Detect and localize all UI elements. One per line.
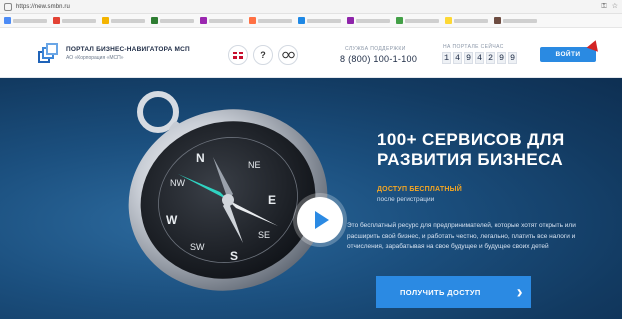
bookmark-label	[209, 18, 243, 23]
hero-title-line: 100+ СЕРВИСОВ ДЛЯ	[377, 130, 565, 149]
bookmark-label	[454, 18, 488, 23]
hero-title: 100+ СЕРВИСОВ ДЛЯ РАЗВИТИЯ БИЗНЕСА	[377, 130, 607, 170]
bookmark-item[interactable]	[200, 17, 243, 24]
bookmark-label	[503, 18, 537, 23]
browser-address-bar[interactable]: https://new.smbn.ru ⚿ ☆	[0, 0, 622, 14]
bookmark-label	[13, 18, 47, 23]
bookmark-label	[258, 18, 292, 23]
chevron-right-icon: ›	[516, 282, 523, 302]
counter-digit: 2	[486, 52, 495, 64]
key-icon[interactable]: ⚿	[601, 3, 606, 10]
accessibility-button[interactable]	[278, 45, 298, 65]
bookmarks-bar	[0, 14, 622, 28]
compass-label: SE	[258, 230, 270, 240]
lock-icon	[4, 2, 12, 11]
bookmark-label	[160, 18, 194, 23]
site-header	[0, 28, 622, 78]
url-text[interactable]: https://new.smbn.ru	[16, 4, 70, 10]
counter-digit: 4	[475, 52, 484, 64]
support-label: СЛУЖБА ПОДДЕРЖКИ	[345, 46, 406, 52]
portal-title[interactable]: ПОРТАЛ БИЗНЕС-НАВИГАТОРА МСП	[66, 46, 190, 53]
bookmark-item[interactable]	[347, 17, 390, 24]
bookmark-icon	[151, 17, 158, 24]
play-video-button[interactable]	[297, 197, 343, 243]
bookmark-icon	[347, 17, 354, 24]
portal-subtitle: АО «Корпорация «МСП»	[66, 55, 124, 61]
bookmark-item[interactable]	[4, 17, 47, 24]
bookmark-icon	[445, 17, 452, 24]
bookmark-label	[356, 18, 390, 23]
bookmark-item[interactable]	[102, 17, 145, 24]
bookmark-icon	[494, 17, 501, 24]
bookmark-item[interactable]	[53, 17, 96, 24]
question-icon: ?	[260, 50, 266, 60]
language-button[interactable]	[228, 45, 248, 65]
online-counter-label: НА ПОРТАЛЕ СЕЙЧАС	[443, 44, 504, 50]
bookmark-label	[307, 18, 341, 23]
portal-logo[interactable]	[38, 43, 58, 64]
counter-digit: 9	[508, 52, 517, 64]
compass-label: S	[230, 249, 238, 263]
compass-label: NE	[248, 160, 261, 170]
compass-label: N	[196, 151, 205, 165]
bookmark-icon	[298, 17, 305, 24]
compass-label: W	[166, 213, 178, 227]
counter-digit: 1	[442, 52, 451, 64]
bookmark-icon	[396, 17, 403, 24]
counter-digit: 9	[497, 52, 506, 64]
bookmark-item[interactable]	[298, 17, 341, 24]
help-button[interactable]: ?	[253, 45, 273, 65]
free-access-label: ДОСТУП БЕСПЛАТНЫЙ	[377, 186, 462, 193]
counter-digit: 4	[453, 52, 462, 64]
bookmark-item[interactable]	[151, 17, 194, 24]
bookmark-icon	[102, 17, 109, 24]
play-icon	[315, 211, 329, 229]
login-button[interactable]: ВОЙТИ	[540, 47, 596, 62]
compass-label: SW	[190, 242, 205, 252]
uk-flag-icon	[233, 51, 243, 59]
support-phone[interactable]: 8 (800) 100-1-100	[340, 54, 417, 64]
compass-label: E	[268, 193, 276, 207]
browser-actions: ⚿ ☆	[601, 3, 618, 10]
get-access-button[interactable]: ПОЛУЧИТЬ ДОСТУП ›	[376, 276, 531, 308]
glasses-icon	[281, 51, 295, 59]
bookmark-label	[405, 18, 439, 23]
bookmark-item[interactable]	[249, 17, 292, 24]
bookmark-label	[62, 18, 96, 23]
counter-digit: 9	[464, 52, 473, 64]
compass-label: NW	[170, 178, 185, 188]
bookmark-icon	[53, 17, 60, 24]
bookmark-icon	[249, 17, 256, 24]
bookmark-icon	[4, 17, 11, 24]
hero-description: Это бесплатный ресурс для предпринимател…	[347, 222, 576, 250]
bookmark-item[interactable]	[494, 17, 537, 24]
hero-title-line: РАЗВИТИЯ БИЗНЕСА	[377, 150, 564, 169]
get-access-label: ПОЛУЧИТЬ ДОСТУП	[400, 287, 481, 297]
bookmark-label	[111, 18, 145, 23]
bookmark-item[interactable]	[396, 17, 439, 24]
online-counter: 1 4 9 4 2 9 9	[442, 52, 517, 64]
bookmark-item[interactable]	[445, 17, 488, 24]
after-registration-label: после регистрации	[377, 196, 435, 203]
star-icon[interactable]: ☆	[612, 3, 618, 10]
bookmark-icon	[200, 17, 207, 24]
